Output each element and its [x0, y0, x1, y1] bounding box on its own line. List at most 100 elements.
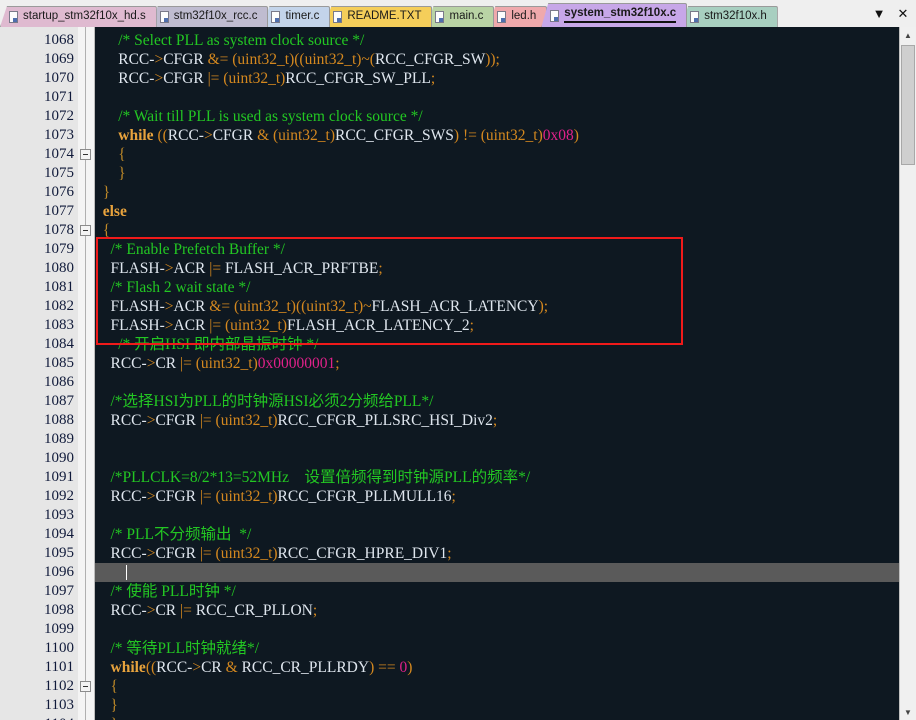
tab-system-stm32f10x-c[interactable]: system_stm32f10x.c: [541, 3, 688, 27]
code-line[interactable]: {: [95, 145, 899, 164]
code-token: )((: [289, 51, 305, 68]
code-line[interactable]: RCC->CFGR |= (uint32_t)RCC_CFGR_HPRE_DIV…: [95, 544, 899, 563]
fold-toggle-icon[interactable]: [80, 681, 91, 692]
close-tab-icon[interactable]: ✕: [896, 6, 910, 22]
code-token: ;: [451, 488, 456, 505]
vertical-scrollbar[interactable]: ▲ ▼: [899, 27, 916, 720]
code-line[interactable]: RCC->CFGR &= (uint32_t)((uint32_t)~(RCC_…: [95, 50, 899, 69]
line-number: 1101: [44, 659, 74, 675]
code-line[interactable]: [95, 563, 899, 582]
tab-led-h[interactable]: led.h: [488, 6, 548, 27]
line-number: 1070: [44, 70, 74, 86]
tab-timer-c[interactable]: timer.c: [262, 6, 331, 27]
code-line[interactable]: RCC->CFGR |= (uint32_t)RCC_CFGR_SW_PLL;: [95, 69, 899, 88]
code-line[interactable]: [95, 430, 899, 449]
code-line[interactable]: {: [95, 221, 899, 240]
line-number: 1083: [44, 317, 74, 333]
code-token: CR: [155, 602, 180, 619]
code-token: &= (: [209, 298, 240, 315]
line-number: 1096: [44, 564, 74, 580]
fold-toggle-icon[interactable]: [80, 225, 91, 236]
code-token: /* Wait till PLL is used as system clock…: [118, 108, 423, 125]
code-line[interactable]: FLASH->ACR |= (uint32_t)FLASH_ACR_LATENC…: [95, 316, 899, 335]
tab-stm32f10x-rcc-c[interactable]: stm32f10x_rcc.c: [150, 6, 269, 27]
code-line[interactable]: /*选择HSI为PLL的时钟源HSI必须2分频给PLL*/: [95, 392, 899, 411]
code-line[interactable]: RCC->CR |= (uint32_t)0x00000001;: [95, 354, 899, 373]
code-token: ACR: [173, 317, 210, 334]
code-token: ;: [430, 70, 436, 87]
code-line[interactable]: else: [95, 202, 899, 221]
code-line[interactable]: /* Flash 2 wait state */: [95, 278, 899, 297]
tab-startup-stm32f10x-hd-s[interactable]: startup_stm32f10x_hd.s: [0, 6, 157, 27]
tab-stm32f10x-h[interactable]: stm32f10x.h: [681, 6, 778, 27]
code-token: uint32_t: [200, 355, 253, 372]
scrollbar-thumb[interactable]: [901, 45, 915, 165]
line-number: 1098: [44, 602, 74, 618]
code-line[interactable]: [95, 449, 899, 468]
code-line[interactable]: RCC->CR |= RCC_CR_PLLON;: [95, 601, 899, 620]
code-line[interactable]: /* 开启HSI 即内部晶振时钟 */: [95, 335, 899, 354]
code-text-area[interactable]: /* Select PLL as system clock source */ …: [95, 27, 899, 720]
code-token: RCC-: [110, 355, 147, 372]
code-token: RCC_CFGR_HPRE_DIV1: [277, 545, 448, 562]
editor-tab-bar: startup_stm32f10x_hd.s stm32f10x_rcc.c tim…: [0, 0, 916, 27]
line-number: 1069: [44, 51, 74, 67]
code-line[interactable]: /* Wait till PLL is used as system clock…: [95, 107, 899, 126]
line-number-gutter: 1068 1069 1070 1071 1072 1073 1074 1075 1076 1077…: [0, 27, 79, 720]
tab-list-dropdown-icon[interactable]: ▼: [872, 6, 886, 22]
line-number: 1082: [44, 298, 74, 314]
code-line[interactable]: FLASH->ACR |= FLASH_ACR_PRFTBE;: [95, 259, 899, 278]
code-token: CFGR: [155, 545, 200, 562]
code-line[interactable]: [95, 620, 899, 639]
code-line[interactable]: while((RCC->CR & RCC_CR_PLLRDY) == 0): [95, 658, 899, 677]
code-line[interactable]: /* Select PLL as system clock source */: [95, 31, 899, 50]
code-token: CFGR: [163, 51, 208, 68]
code-line[interactable]: }: [95, 164, 899, 183]
scroll-up-arrow-icon[interactable]: ▲: [900, 27, 916, 43]
code-line[interactable]: while ((RCC->CFGR & (uint32_t)RCC_CFGR_S…: [95, 126, 899, 145]
code-folding-margin[interactable]: [78, 27, 95, 720]
code-line[interactable]: [95, 88, 899, 107]
code-token: >: [164, 317, 174, 334]
code-token: uint32_t: [230, 317, 282, 334]
line-number: 1075: [44, 165, 74, 181]
code-token: FLASH-: [110, 298, 165, 315]
code-line[interactable]: RCC->CFGR |= (uint32_t)RCC_CFGR_PLLMULL1…: [95, 487, 899, 506]
code-line[interactable]: [95, 373, 899, 392]
code-line[interactable]: /* Enable Prefetch Buffer */: [95, 240, 899, 259]
code-line[interactable]: /* 等待PLL时钟就绪*/: [95, 639, 899, 658]
code-line[interactable]: {: [95, 677, 899, 696]
code-line[interactable]: /*PLLCLK=8/2*13=52MHz 设置倍频得到时钟源PLL的频率*/: [95, 468, 899, 487]
document-icon: [9, 11, 18, 23]
code-token: >: [154, 70, 164, 87]
line-number: 1090: [44, 450, 74, 466]
tab-strip: startup_stm32f10x_hd.s stm32f10x_rcc.c tim…: [0, 0, 870, 27]
tab-readme-txt[interactable]: README.TXT: [324, 6, 433, 27]
code-line[interactable]: RCC->CFGR |= (uint32_t)RCC_CFGR_PLLSRC_H…: [95, 411, 899, 430]
code-token: CFGR: [163, 70, 208, 87]
code-token: else: [102, 203, 127, 220]
code-line[interactable]: /* PLL不分频输出 */: [95, 525, 899, 544]
scroll-down-arrow-icon[interactable]: ▼: [900, 704, 916, 720]
code-line[interactable]: /* 使能 PLL时钟 */: [95, 582, 899, 601]
code-line[interactable]: }: [95, 715, 899, 720]
editor-viewport[interactable]: 1068 1069 1070 1071 1072 1073 1074 1075 1076 1077…: [0, 27, 916, 720]
tab-label: main.c: [449, 10, 484, 23]
tab-main-c[interactable]: main.c: [426, 6, 495, 27]
fold-toggle-icon[interactable]: [80, 149, 91, 160]
code-line[interactable]: }: [95, 183, 899, 202]
code-token: {: [110, 678, 118, 695]
tab-label: startup_stm32f10x_hd.s: [23, 10, 146, 23]
code-line[interactable]: [95, 506, 899, 525]
code-token: & (: [257, 127, 279, 144]
document-icon: [690, 11, 700, 23]
tab-label: README.TXT: [347, 10, 422, 23]
code-line[interactable]: FLASH->ACR &= (uint32_t)((uint32_t)~FLAS…: [95, 297, 899, 316]
code-line[interactable]: }: [95, 696, 899, 715]
